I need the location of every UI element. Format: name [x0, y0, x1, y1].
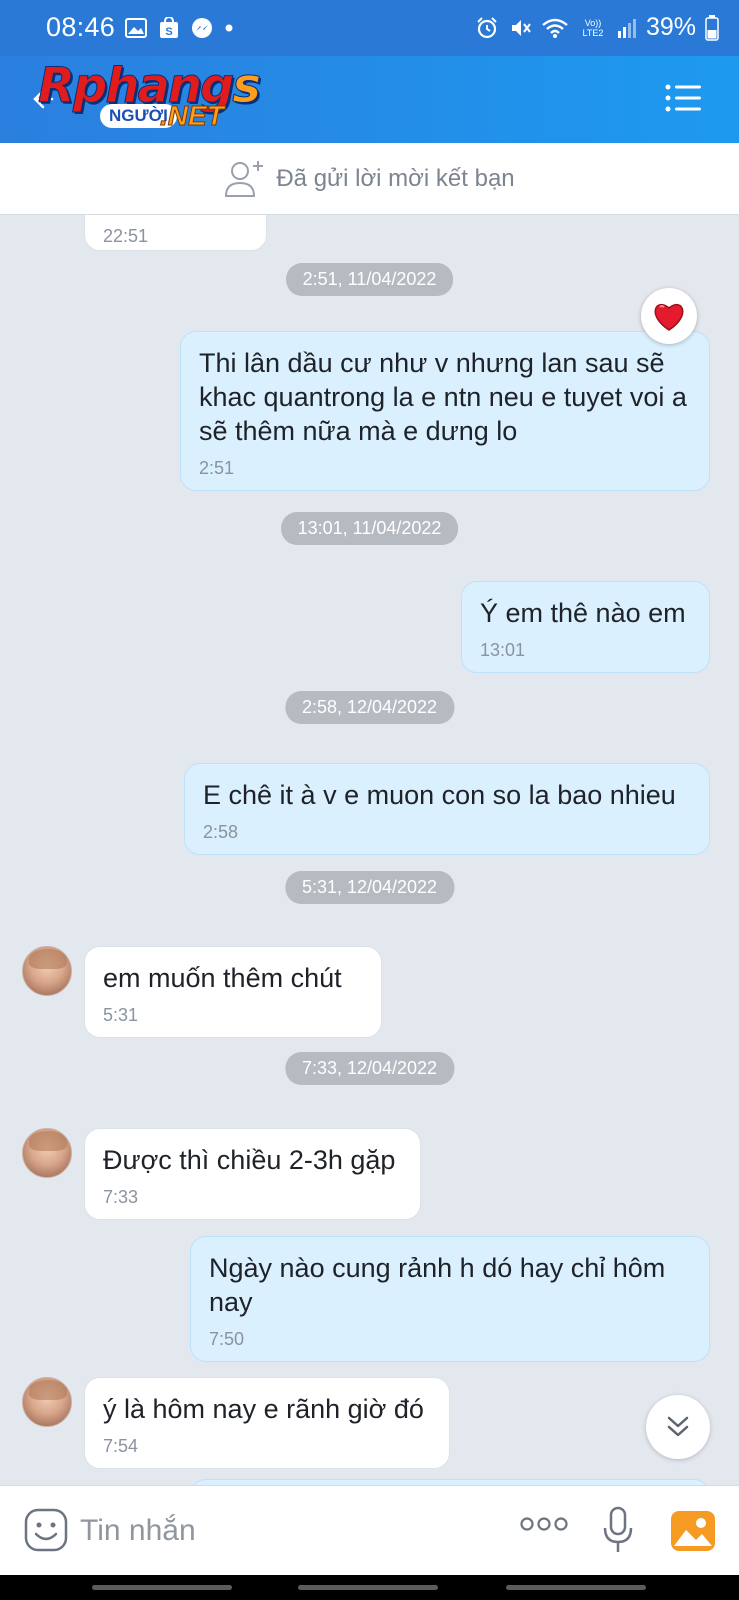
logo-net: .NET	[160, 100, 225, 132]
message-time: 2:51	[199, 458, 235, 478]
message-bubble-incoming[interactable]: Được thì chiều 2-3h gặp 7:33	[84, 1128, 421, 1220]
svg-text:S: S	[165, 26, 172, 38]
double-chevron-down-icon	[667, 1416, 689, 1437]
app-header: Rphangs NGƯỜI .NET	[0, 56, 739, 143]
scroll-to-bottom-button[interactable]	[646, 1395, 710, 1459]
heart-icon	[654, 303, 684, 331]
image-icon[interactable]	[670, 1510, 716, 1552]
message-bubble-incoming[interactable]: em muốn thêm chút 5:31	[84, 946, 382, 1038]
friend-request-label: Đã gửi lời mời kết bạn	[276, 164, 515, 192]
add-friend-icon	[225, 160, 264, 197]
message-text: Được thì chiều 2-3h gặp	[103, 1145, 396, 1175]
date-separator: 2:51, 11/04/2022	[285, 263, 454, 296]
message-bubble-outgoing[interactable]: Ý em thê nào em 13:01	[461, 581, 710, 673]
message-time: 7:33	[103, 1187, 139, 1207]
date-separator: 13:01, 11/04/2022	[280, 512, 459, 545]
message-text: Ngày nào cung rảnh h dó hay chỉ hôm nay	[209, 1253, 666, 1317]
message-text: E chê it à v e muon con so la bao nhieu	[203, 780, 676, 810]
reaction-badge[interactable]	[641, 288, 697, 344]
chat-area[interactable]: 22:51 2:51, 11/04/2022 Thi lân dầu cư nh…	[0, 215, 739, 1485]
date-separator: 2:58, 12/04/2022	[284, 691, 455, 724]
gallery-icon	[125, 18, 147, 38]
wifi-icon	[542, 18, 568, 38]
contact-avatar[interactable]	[22, 1377, 72, 1427]
message-time: 2:58	[203, 822, 239, 842]
dot-icon	[225, 24, 233, 32]
friend-request-bar[interactable]: Đã gửi lời mời kết bạn	[0, 143, 739, 215]
message-bubble-partial[interactable]: 22:51	[84, 215, 267, 251]
shop-icon: S	[160, 17, 178, 38]
message-bubble-incoming[interactable]: ý là hôm nay e rãnh giờ đó 7:54	[84, 1377, 450, 1469]
site-logo[interactable]: Rphangs NGƯỜI .NET	[34, 58, 261, 140]
signal-icon	[617, 18, 636, 38]
nav-back-handle[interactable]	[506, 1585, 646, 1590]
sticker-icon[interactable]	[24, 1508, 68, 1552]
system-nav-bar	[0, 1575, 739, 1600]
message-text: Ý em thê nào em	[480, 598, 686, 628]
alarm-icon	[477, 16, 497, 38]
battery-icon	[705, 14, 719, 41]
message-bubble-outgoing[interactable]: E chê it à v e muon con so la bao nhieu …	[184, 763, 710, 855]
contact-avatar[interactable]	[22, 1128, 72, 1178]
more-options-icon[interactable]	[520, 1516, 568, 1532]
battery-percent: 39%	[645, 13, 696, 41]
message-time: 13:01	[480, 640, 526, 660]
nav-recents-handle[interactable]	[92, 1585, 232, 1590]
date-separator: 7:33, 12/04/2022	[284, 1052, 455, 1085]
menu-icon[interactable]	[665, 84, 701, 112]
message-time: 22:51	[103, 226, 149, 246]
message-time: 5:31	[103, 1005, 139, 1025]
message-input-bar	[0, 1485, 739, 1575]
message-text: ý là hôm nay e rãnh giờ đó	[103, 1394, 424, 1424]
message-input[interactable]	[80, 1508, 480, 1554]
message-bubble-outgoing[interactable]: Ngày nào cung rảnh h dó hay chỉ hôm nay …	[190, 1236, 710, 1362]
nav-home-handle[interactable]	[298, 1585, 438, 1590]
message-bubble-outgoing[interactable]: Thi lân dầu cư như v nhưng lan sau sẽ kh…	[180, 331, 710, 491]
message-time: 7:50	[209, 1329, 245, 1349]
date-separator: 5:31, 12/04/2022	[284, 871, 455, 904]
message-time: 7:54	[103, 1436, 139, 1456]
status-bar: 08:46 S Vo)) LTE2 39%	[0, 0, 739, 56]
message-text: em muốn thêm chút	[103, 963, 342, 993]
status-time: 08:46	[46, 12, 116, 42]
microphone-icon[interactable]	[601, 1506, 635, 1554]
message-text: Thi lân dầu cư như v nhưng lan sau sẽ kh…	[199, 348, 687, 446]
contact-avatar[interactable]	[22, 946, 72, 996]
messenger-icon	[192, 18, 212, 38]
network-label: Vo)) LTE2	[582, 17, 604, 38]
mute-icon	[511, 19, 531, 36]
